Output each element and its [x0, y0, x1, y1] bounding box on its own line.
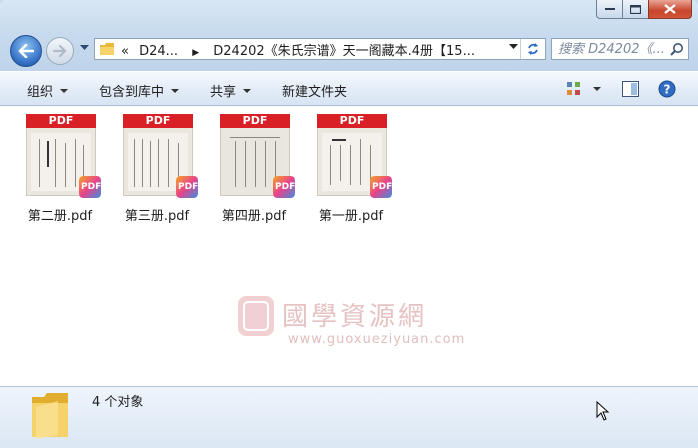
mouse-cursor-icon	[596, 401, 610, 421]
organize-menu-button[interactable]: 组织	[27, 81, 69, 100]
arrow-right-icon	[53, 45, 67, 57]
file-name[interactable]: 第一册.pdf	[309, 205, 393, 224]
item-count: 4 个对象	[92, 395, 144, 410]
watermark-seal-icon	[238, 296, 274, 336]
pdf-header-band: PDF	[26, 114, 96, 128]
chevron-down-icon	[243, 88, 252, 93]
preview-pane-icon	[622, 81, 639, 97]
search-input[interactable]	[558, 41, 670, 57]
organize-label: 组织	[27, 85, 54, 100]
pdf-header-band: PDF	[220, 114, 290, 128]
breadcrumb-overflow-icon[interactable]: «	[121, 44, 129, 59]
chevron-down-icon	[171, 88, 180, 93]
file-list-pane[interactable]: PDF PDF 第二册.pdf PDF PDF 第三册.pdf PDF PDF …	[0, 106, 698, 386]
breadcrumb-current[interactable]: D24202《朱氏宗谱》天一阁藏本.4册【15...	[213, 44, 475, 59]
watermark: 國學資源網 www.guoxueziyuan.com	[236, 294, 496, 354]
pdf-header-band: PDF	[317, 114, 387, 128]
help-button[interactable]: ?	[658, 80, 676, 101]
refresh-icon	[528, 43, 538, 55]
refresh-button[interactable]	[520, 39, 545, 59]
minimize-button[interactable]	[596, 0, 622, 19]
file-name[interactable]: 第三册.pdf	[115, 205, 199, 224]
share-button[interactable]: 共享	[210, 81, 252, 100]
file-item[interactable]: PDF PDF 第三册.pdf	[115, 114, 199, 224]
close-button[interactable]	[648, 0, 692, 19]
pdf-badge-label: PDF	[275, 182, 296, 192]
search-box[interactable]	[551, 38, 689, 60]
include-in-library-label: 包含到库中	[99, 85, 165, 100]
command-bar: 组织 包含到库中 共享 新建文件夹 ?	[0, 71, 698, 106]
caption-buttons	[596, 0, 692, 19]
arrow-left-icon	[18, 44, 34, 58]
maximize-icon	[630, 4, 641, 14]
pdf-badge-label: PDF	[81, 182, 102, 192]
address-bar[interactable]: « D24... ▶ D24202《朱氏宗谱》天一阁藏本.4册【15...	[94, 38, 546, 60]
close-icon	[664, 4, 676, 14]
back-button[interactable]	[10, 35, 42, 67]
forward-button[interactable]	[46, 37, 74, 65]
view-tiles-icon	[567, 82, 580, 95]
address-dropdown-icon[interactable]	[509, 44, 518, 50]
pdf-badge-label: PDF	[372, 182, 393, 192]
chevron-down-icon	[60, 88, 69, 93]
navigation-bar: « D24... ▶ D24202《朱氏宗谱》天一阁藏本.4册【15...	[0, 33, 698, 67]
file-name[interactable]: 第二册.pdf	[18, 205, 102, 224]
pdf-badge-label: PDF	[178, 182, 199, 192]
breadcrumb-root[interactable]: D24...	[139, 44, 178, 59]
folder-icon	[100, 43, 114, 55]
view-dropdown-icon[interactable]	[593, 87, 601, 92]
file-item[interactable]: PDF PDF 第一册.pdf	[309, 114, 393, 224]
folder-icon	[32, 393, 68, 439]
file-item[interactable]: PDF PDF 第二册.pdf	[18, 114, 102, 224]
maximize-button[interactable]	[622, 0, 648, 19]
breadcrumb[interactable]: « D24... ▶ D24202《朱氏宗谱》天一阁藏本.4册【15...	[121, 40, 475, 59]
explorer-window: « D24... ▶ D24202《朱氏宗谱》天一阁藏本.4册【15... 搜索…	[0, 0, 698, 448]
include-in-library-button[interactable]: 包含到库中	[99, 81, 180, 100]
watermark-url: www.guoxueziyuan.com	[288, 332, 466, 347]
minimize-icon	[604, 8, 615, 10]
breadcrumb-separator-icon[interactable]: ▶	[192, 48, 199, 58]
change-view-button[interactable]	[566, 81, 582, 100]
preview-pane-button[interactable]	[622, 81, 639, 100]
file-item[interactable]: PDF PDF 第四册.pdf	[212, 114, 296, 224]
details-pane: 4 个对象	[0, 386, 698, 448]
new-folder-label: 新建文件夹	[282, 85, 348, 100]
search-icon[interactable]	[670, 42, 684, 56]
share-label: 共享	[210, 85, 237, 100]
help-icon: ?	[658, 80, 676, 98]
file-name[interactable]: 第四册.pdf	[212, 205, 296, 224]
watermark-text: 國學資源網	[282, 302, 428, 332]
new-folder-button[interactable]: 新建文件夹	[282, 81, 347, 100]
pdf-header-band: PDF	[123, 114, 193, 128]
recent-pages-dropdown-icon[interactable]	[80, 45, 89, 51]
svg-text:?: ?	[664, 83, 671, 97]
